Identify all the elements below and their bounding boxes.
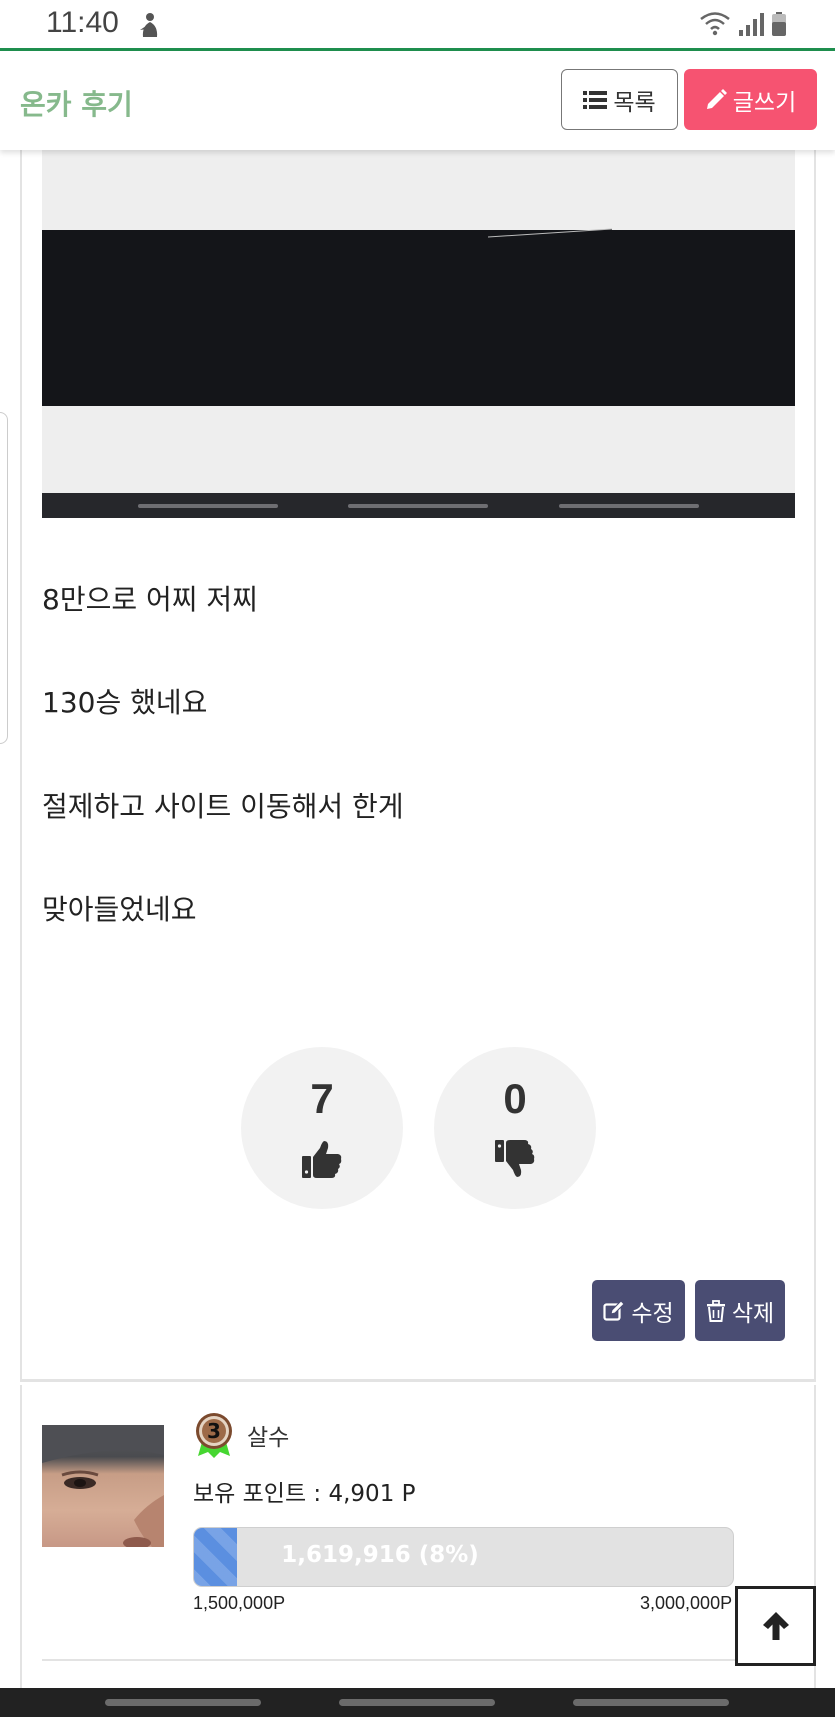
scroll-to-top-button[interactable] [735,1586,816,1666]
level-progress-bar: 1,619,916 (8%) [193,1527,734,1587]
board-title[interactable]: 온카 후기 [20,83,133,123]
level-number: 3 [207,1419,221,1443]
downvote-count: 0 [503,1075,527,1122]
arrow-up-icon [762,1612,789,1640]
level-progress-label: 1,619,916 (8%) [281,1542,479,1568]
author-avatar[interactable] [42,1425,164,1547]
points-text: 보유 포인트 : 4,901 P [193,1481,416,1507]
nav-home-button[interactable] [339,1699,495,1706]
wifi-icon [700,12,730,36]
upvote-count: 7 [310,1075,334,1122]
progress-min-label: 1,500,000P [193,1593,286,1613]
author-name[interactable]: 살수 [247,1418,289,1452]
author-divider [42,1659,802,1661]
delete-button-label: 삭제 [731,1300,775,1327]
list-icon [583,90,608,109]
delete-button[interactable]: 삭제 [695,1280,785,1341]
nav-back-button[interactable] [573,1699,729,1706]
thumbs-down-icon [495,1140,535,1177]
nav-recent-apps-button[interactable] [105,1699,261,1706]
system-nav-bar [0,1688,835,1717]
thumbs-up-icon [302,1141,342,1178]
image-dark-band [42,230,795,406]
post-text-line: 8만으로 어찌 저찌 [42,583,258,616]
level-badge-icon: 3 [196,1413,232,1458]
progress-max-label: 3,000,000P [640,1593,733,1613]
trash-icon [706,1299,725,1322]
list-button[interactable]: 목록 [561,69,678,130]
side-drawer-handle[interactable] [0,412,8,744]
avatar-photo [42,1425,164,1547]
post-text-line: 130승 했네요 [42,686,208,719]
image-edge-wedge [488,228,612,238]
image-nav-pill [138,504,278,508]
edit-button[interactable]: 수정 [592,1280,685,1341]
status-right-icons [700,12,786,36]
image-nav-strip [42,493,795,518]
signal-icon [739,13,764,36]
image-nav-pill [559,504,699,508]
post-attached-image[interactable] [42,150,795,518]
post-text-line: 절제하고 사이트 이동해서 한게 [42,790,404,823]
upvote-button[interactable]: 7 [241,1047,403,1209]
status-bar: 11:40 [0,0,835,48]
list-button-label: 목록 [613,89,656,116]
edit-button-label: 수정 [631,1300,674,1327]
pencil-icon [706,88,727,109]
status-time: 11:40 [46,6,119,39]
person-silhouette-icon [140,13,158,37]
image-nav-pill [348,504,488,508]
downvote-button[interactable]: 0 [434,1047,596,1209]
battery-icon [772,12,786,36]
post-text-line: 맞아들었네요 [42,893,197,926]
edit-icon [603,1299,626,1321]
write-button[interactable]: 글쓰기 [684,69,817,130]
board-header: 온카 후기 목록 글쓰기 [0,51,835,150]
write-button-label: 글쓰기 [732,89,797,116]
